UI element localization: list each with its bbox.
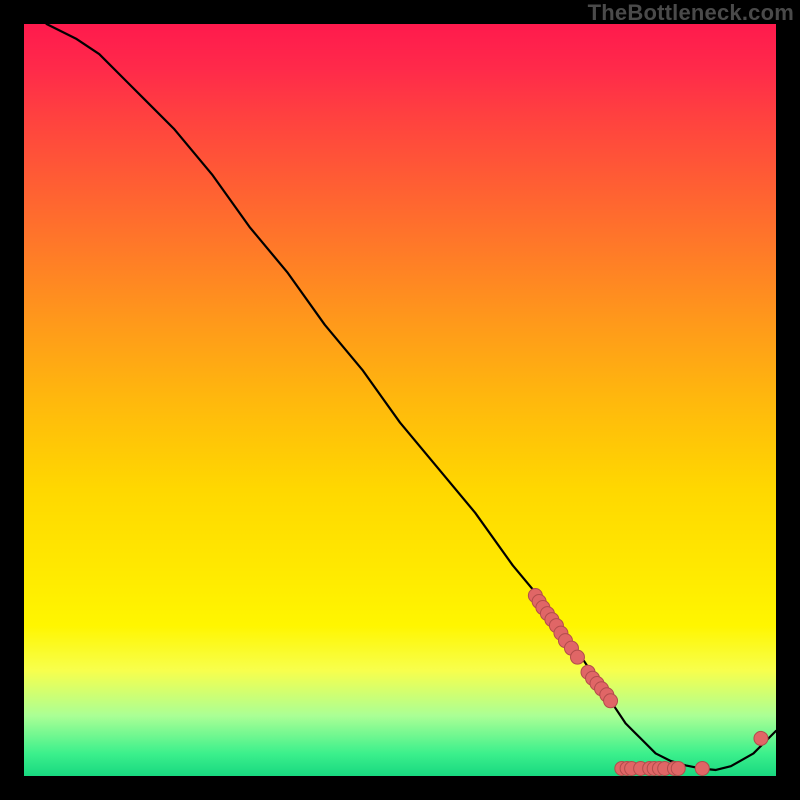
data-marker bbox=[671, 761, 685, 775]
data-marker bbox=[570, 650, 584, 664]
data-marker bbox=[604, 694, 618, 708]
data-marker bbox=[754, 731, 768, 745]
chart-svg bbox=[24, 24, 776, 776]
curve-line bbox=[47, 24, 776, 770]
watermark-text: TheBottleneck.com bbox=[588, 0, 794, 26]
data-marker bbox=[695, 761, 709, 775]
